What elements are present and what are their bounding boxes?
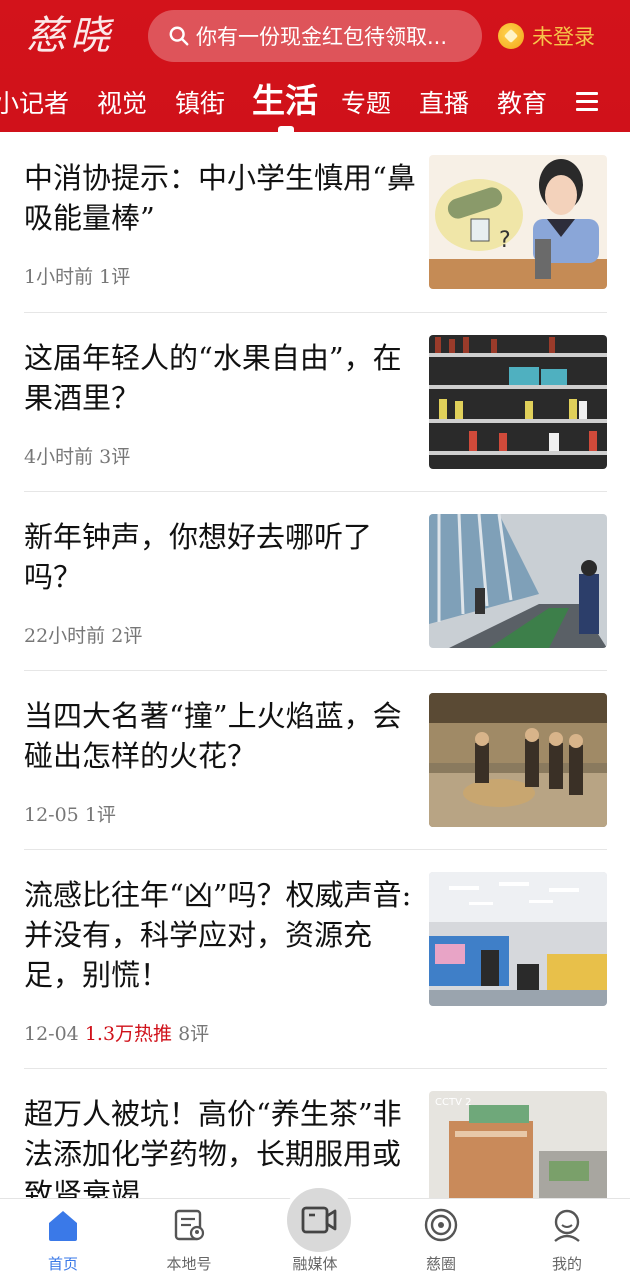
news-comments: 1评: [99, 266, 131, 288]
news-item[interactable]: 这届年轻人的“水果自由”，在果酒里？ 4小时前 3评: [0, 312, 630, 491]
news-thumbnail: ?: [429, 155, 607, 289]
login-button[interactable]: 未登录: [498, 22, 595, 50]
search-placeholder: 你有一份现金红包待领取...: [196, 25, 448, 49]
category-tabs: 小记者 视觉 镇街 生活 专题 直播 教育: [0, 78, 630, 132]
news-item[interactable]: 当四大名著“撞”上火焰蓝，会碰出怎样的火花？ 12-05 1评: [0, 670, 630, 849]
menu-icon[interactable]: [576, 92, 598, 112]
profile-icon: [554, 1209, 580, 1242]
news-time: 12-05: [24, 804, 79, 826]
news-title: 超万人被坑！高价“养生茶”非法添加化学药物，长期服用或致肾衰竭: [24, 1097, 402, 1198]
video-camera-icon: [301, 1206, 337, 1234]
news-title: 当四大名著“撞”上火焰蓝，会碰出怎样的火花？: [24, 699, 402, 773]
home-icon: [49, 1211, 77, 1241]
news-time: 1小时前: [24, 266, 94, 288]
tabbar-label: 慈圈: [425, 1255, 456, 1273]
news-meta: 12-04 1.3万热推 8评: [24, 1019, 209, 1046]
tab-live[interactable]: 直播: [419, 84, 469, 124]
news-time: 22小时前: [24, 625, 106, 647]
news-title: 这届年轻人的“水果自由”，在果酒里？: [24, 341, 402, 415]
tabbar-home[interactable]: 首页: [18, 1199, 108, 1281]
news-title: 中消协提示：中小学生慎用“鼻吸能量棒”: [24, 161, 416, 235]
news-comments: 1评: [84, 804, 116, 826]
news-comments: 8评: [178, 1023, 210, 1045]
svg-text:?: ?: [499, 228, 511, 253]
tabbar-circle[interactable]: 慈圈: [396, 1199, 486, 1281]
tabbar-label: 本地号: [166, 1255, 212, 1273]
news-comments: 3评: [99, 446, 131, 468]
news-time: 12-04: [24, 1023, 79, 1045]
news-feed: 中消协提示：中小学生慎用“鼻吸能量棒” 1小时前 1评 ? 这届年轻人的“水果自…: [0, 132, 630, 1198]
news-meta: 22小时前 2评: [24, 621, 142, 648]
news-thumbnail: [429, 335, 607, 469]
news-thumbnail: CCTV 2: [429, 1091, 607, 1198]
tab-reporter[interactable]: 小记者: [0, 84, 69, 124]
tab-town[interactable]: 镇街: [175, 84, 225, 124]
tab-education[interactable]: 教育: [497, 84, 547, 124]
news-comments: 2评: [111, 625, 143, 647]
login-label: 未登录: [532, 25, 595, 49]
news-title: 流感比往年“凶”吗？权威声音:并没有，科学应对，资源充足，别慌！: [24, 878, 412, 992]
media-center-button[interactable]: [283, 1184, 355, 1256]
tabbar-label: 首页: [47, 1255, 78, 1273]
news-thumbnail: [429, 514, 607, 648]
news-item[interactable]: 新年钟声，你想好去哪听了吗？ 22小时前 2评: [0, 491, 630, 670]
tab-topics[interactable]: 专题: [341, 84, 391, 124]
coin-icon: [498, 23, 524, 49]
circle-target-icon: [424, 1208, 458, 1242]
tabbar-profile[interactable]: 我的: [522, 1199, 612, 1281]
tabbar-label: 融媒体: [292, 1255, 338, 1273]
tabbar-local-account[interactable]: 本地号: [144, 1199, 234, 1281]
news-item[interactable]: 超万人被坑！高价“养生茶”非法添加化学药物，长期服用或致肾衰竭 CCTV 2: [0, 1068, 630, 1198]
search-bar[interactable]: 你有一份现金红包待领取...: [148, 10, 482, 62]
top-header: 慈晓 你有一份现金红包待领取... 未登录 小记者 视觉 镇街 生活 专题 直播…: [0, 0, 630, 132]
news-time: 4小时前: [24, 446, 94, 468]
svg-text:CCTV 2: CCTV 2: [435, 1097, 471, 1108]
news-thumbnail: [429, 693, 607, 827]
app-logo[interactable]: 慈晓: [26, 10, 126, 62]
news-thumbnail: [429, 872, 607, 1006]
news-item[interactable]: 流感比往年“凶”吗？权威声音:并没有，科学应对，资源充足，别慌！ 12-04 1…: [0, 849, 630, 1068]
news-title: 新年钟声，你想好去哪听了吗？: [24, 520, 373, 594]
news-meta: 12-05 1评: [24, 800, 116, 827]
search-icon: [169, 26, 189, 46]
hot-recommend-badge: 1.3万热推: [84, 1023, 173, 1045]
news-meta: 1小时前 1评: [24, 262, 130, 289]
tab-life[interactable]: 生活: [252, 78, 318, 124]
news-item[interactable]: 中消协提示：中小学生慎用“鼻吸能量棒” 1小时前 1评 ?: [0, 132, 630, 312]
tab-visual[interactable]: 视觉: [97, 84, 147, 124]
local-account-icon: [174, 1209, 205, 1241]
news-meta: 4小时前 3评: [24, 442, 130, 469]
tabbar-label: 我的: [551, 1255, 582, 1273]
